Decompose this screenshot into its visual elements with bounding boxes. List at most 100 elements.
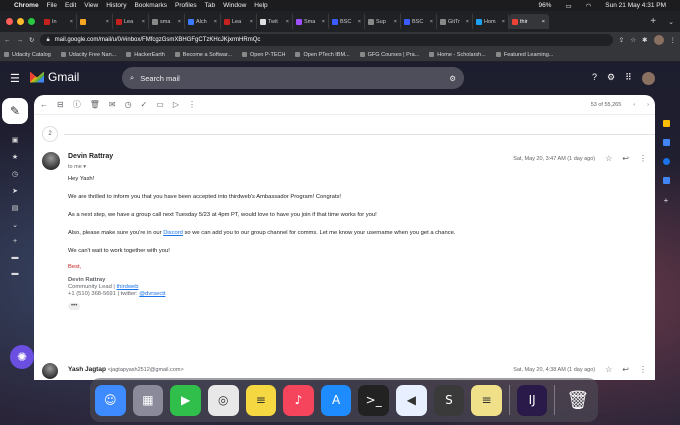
- tab-close-icon[interactable]: ×: [466, 19, 469, 25]
- bookmark-7[interactable]: Home - Scholarsh...: [429, 52, 486, 58]
- reload-icon[interactable]: ↻: [29, 36, 34, 44]
- bookmark-8[interactable]: Featured Learning...: [496, 52, 554, 58]
- keep-icon[interactable]: [662, 139, 670, 146]
- snoozed-icon[interactable]: ◷: [12, 170, 18, 178]
- bookmark-star-icon[interactable]: ☆: [630, 36, 636, 44]
- menu-bookmarks[interactable]: Bookmarks: [134, 2, 167, 9]
- browser-tab[interactable]: GitTr ×: [437, 14, 473, 29]
- menu-tab[interactable]: Tab: [205, 2, 215, 9]
- star-icon[interactable]: ☆: [605, 154, 612, 163]
- newer-chevron-icon[interactable]: ‹: [633, 102, 635, 108]
- more-chevron-icon[interactable]: ⌄: [12, 221, 18, 229]
- search-icon[interactable]: ⌕: [130, 73, 134, 83]
- tab-close-icon[interactable]: ×: [142, 19, 145, 25]
- profile-avatar[interactable]: [653, 35, 664, 45]
- tab-close-icon[interactable]: ×: [394, 19, 397, 25]
- browser-tab[interactable]: BSC ×: [401, 14, 437, 29]
- tab-close-icon[interactable]: ×: [542, 19, 545, 25]
- chrome-menu-icon[interactable]: ⋮: [670, 36, 677, 44]
- sender-name[interactable]: Devin Rattray: [68, 153, 113, 160]
- message-more-icon-2[interactable]: ⋮: [639, 365, 647, 374]
- search-mail-box[interactable]: ⌕ Search mail ⚙: [122, 67, 464, 89]
- browser-tab[interactable]: Lea ×: [221, 14, 257, 29]
- older-chevron-icon[interactable]: ›: [647, 102, 649, 108]
- back-to-inbox-icon[interactable]: ←: [40, 100, 48, 109]
- inbox-icon[interactable]: ▣: [12, 136, 19, 144]
- create-label-icon[interactable]: +: [13, 238, 17, 245]
- new-tab-button[interactable]: +: [644, 16, 662, 27]
- battery-icon[interactable]: ▭: [565, 2, 571, 10]
- labels-icon[interactable]: ▷: [173, 100, 179, 109]
- menu-profiles[interactable]: Profiles: [175, 2, 197, 9]
- forward-icon[interactable]: →: [17, 37, 24, 44]
- tab-close-icon[interactable]: ×: [358, 19, 361, 25]
- sender-name-2[interactable]: Yash Jagtap <jagtapyash2512@gmail.com>: [68, 366, 184, 373]
- tab-close-icon[interactable]: ×: [214, 19, 217, 25]
- message-date[interactable]: Sat, May 20, 3:47 AM (1 day ago): [513, 156, 595, 162]
- wifi-icon[interactable]: ◠: [586, 2, 592, 10]
- tab-search-icon[interactable]: ⌄: [662, 18, 680, 26]
- reply-icon-2[interactable]: ↩: [622, 365, 629, 374]
- mark-unread-icon[interactable]: ✉: [109, 100, 116, 109]
- browser-tab[interactable]: thir ×: [509, 14, 549, 29]
- search-options-icon[interactable]: ⚙: [449, 74, 456, 83]
- close-window-button[interactable]: [6, 18, 13, 25]
- main-menu-icon[interactable]: ☰: [10, 72, 20, 85]
- browser-tab[interactable]: BSC ×: [329, 14, 365, 29]
- recipient-line[interactable]: to me ▾: [68, 164, 86, 170]
- add-to-tasks-icon[interactable]: ✓: [141, 100, 148, 109]
- menu-file[interactable]: File: [47, 2, 57, 9]
- tab-close-icon[interactable]: ×: [322, 19, 325, 25]
- search-input[interactable]: Search mail: [140, 74, 443, 83]
- sublime-app-icon[interactable]: S: [433, 384, 465, 416]
- twitter-link[interactable]: @dvrsectt: [139, 291, 165, 297]
- starred-icon[interactable]: ★: [12, 153, 18, 161]
- move-to-icon[interactable]: ▭: [156, 100, 164, 109]
- zoom-window-button[interactable]: [28, 18, 35, 25]
- browser-tab[interactable]: Alch ×: [185, 14, 221, 29]
- browser-tab[interactable]: sma ×: [149, 14, 185, 29]
- sent-icon[interactable]: ➤: [12, 187, 18, 195]
- bookmark-1[interactable]: Udacity Free Nan...: [61, 52, 116, 58]
- clock[interactable]: Sun 21 May 4:31 PM: [605, 2, 666, 10]
- reply-icon[interactable]: ↩: [622, 154, 629, 163]
- browser-tab[interactable]: Sma ×: [293, 14, 329, 29]
- bookmark-2[interactable]: HackerEarth: [126, 52, 165, 58]
- menu-view[interactable]: View: [84, 2, 98, 9]
- app-store-app-icon[interactable]: A: [320, 384, 352, 416]
- music-app-icon[interactable]: ♪: [283, 384, 314, 416]
- sender-avatar[interactable]: [42, 152, 60, 170]
- vscode-app-icon[interactable]: ◀: [396, 384, 427, 416]
- report-spam-icon[interactable]: ⓘ: [73, 99, 81, 110]
- more-actions-icon[interactable]: ⋮: [188, 100, 196, 109]
- tab-close-icon[interactable]: ×: [106, 19, 109, 25]
- extensions-icon[interactable]: ✱: [642, 36, 647, 44]
- battery-percent[interactable]: 96%: [538, 2, 551, 10]
- tab-close-icon[interactable]: ×: [430, 19, 433, 25]
- intellij-app-icon[interactable]: IJ: [516, 384, 548, 416]
- stickies-app-icon[interactable]: ≡: [471, 384, 502, 416]
- browser-tab[interactable]: In ×: [41, 14, 77, 29]
- account-avatar[interactable]: [641, 72, 655, 85]
- browser-tab[interactable]: Hom ×: [473, 14, 509, 29]
- tab-close-icon[interactable]: ×: [502, 19, 505, 25]
- terminal-app-icon[interactable]: >_: [358, 384, 389, 416]
- tasks-icon[interactable]: [662, 158, 670, 165]
- floating-extension-icon[interactable]: ✺: [10, 345, 34, 369]
- label-icon-2[interactable]: ▬: [12, 270, 19, 277]
- facetime-app-icon[interactable]: ▶: [170, 384, 201, 416]
- url-field[interactable]: 🔒︎ mail.google.com/mail/u/0/#inbox/FMfcg…: [40, 34, 613, 46]
- browser-tab[interactable]: ×: [77, 14, 113, 29]
- bookmark-3[interactable]: Become a Softwar...: [175, 52, 232, 58]
- collapsed-messages-count[interactable]: 2: [42, 126, 58, 142]
- tab-close-icon[interactable]: ×: [286, 19, 289, 25]
- menu-app-name[interactable]: Chrome: [14, 2, 39, 9]
- bookmark-5[interactable]: Open PTech IBM...: [295, 52, 349, 58]
- menu-history[interactable]: History: [106, 2, 126, 9]
- settings-gear-icon[interactable]: ⚙: [607, 72, 615, 85]
- star-icon-2[interactable]: ☆: [605, 365, 612, 374]
- minimize-window-button[interactable]: [17, 18, 24, 25]
- snooze-icon[interactable]: ◷: [125, 100, 132, 109]
- delete-icon[interactable]: 🗑︎: [90, 100, 100, 109]
- label-icon[interactable]: ▬: [12, 254, 19, 261]
